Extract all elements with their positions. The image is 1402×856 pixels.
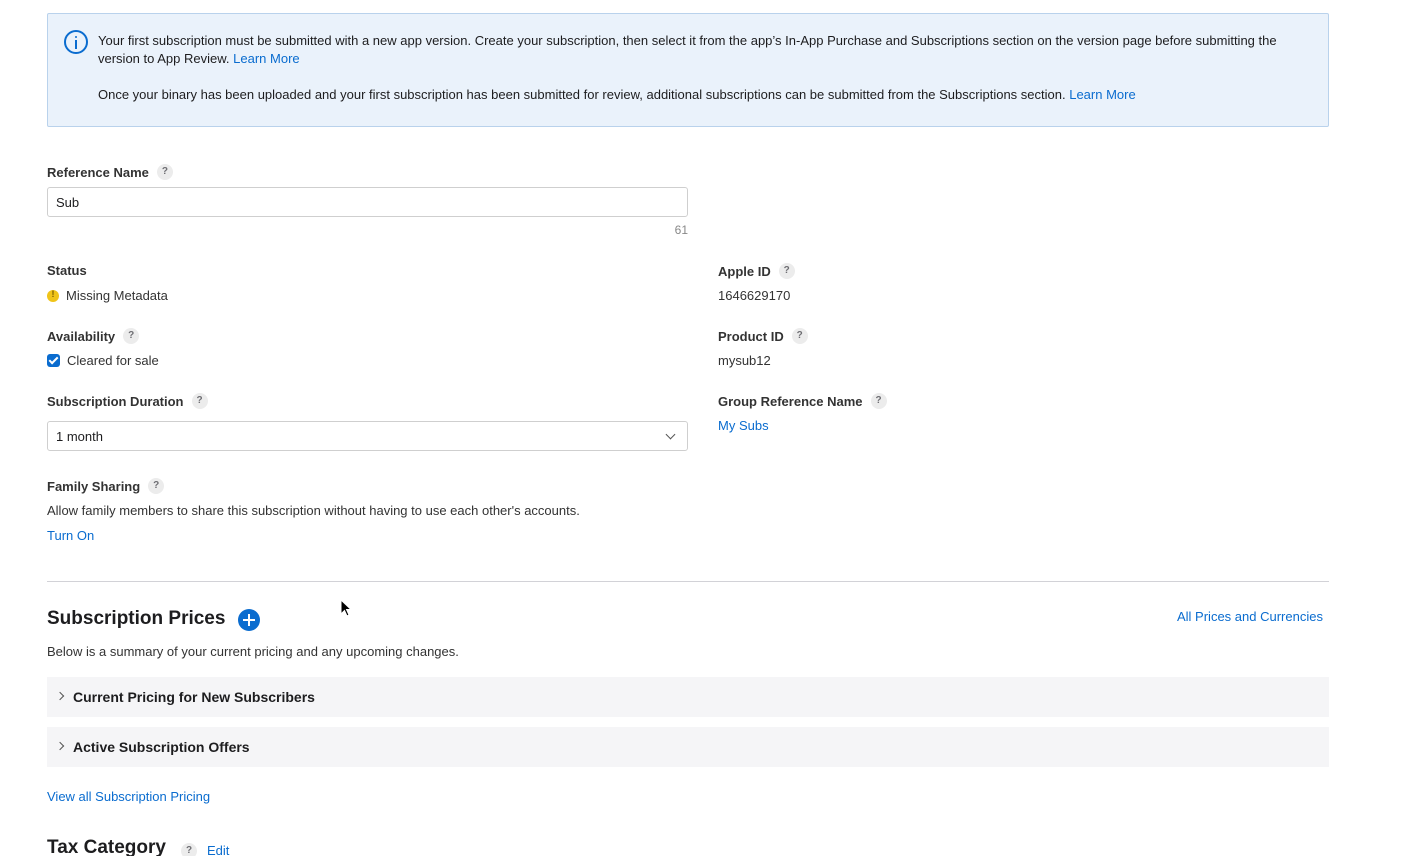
group-reference-name-label: Group Reference Name ? [718, 393, 887, 409]
active-offers-accordion[interactable]: Active Subscription Offers [47, 727, 1329, 767]
subscription-prices-title: Subscription Prices [47, 608, 226, 629]
subscription-duration-value: 1 month [56, 428, 103, 444]
availability-label: Availability ? [47, 328, 140, 344]
family-sharing-description: Allow family members to share this subsc… [47, 503, 580, 518]
help-icon[interactable]: ? [156, 164, 173, 180]
info-paragraph-1: Your first subscription must be submitte… [98, 32, 1298, 68]
group-reference-name-label-text: Group Reference Name [718, 393, 863, 409]
learn-more-link-2[interactable]: Learn More [1069, 87, 1135, 102]
status-value: Missing Metadata [66, 288, 168, 303]
group-reference-name-link[interactable]: My Subs [718, 418, 769, 433]
reference-name-label-text: Reference Name [47, 164, 149, 180]
reference-name-input[interactable] [47, 187, 688, 217]
status-label-text: Status [47, 263, 87, 278]
character-counter: 61 [674, 223, 688, 237]
subscription-duration-label-text: Subscription Duration [47, 393, 184, 409]
add-price-button[interactable] [238, 609, 260, 631]
warning-status-icon [47, 289, 59, 302]
subscription-duration-label: Subscription Duration ? [47, 393, 208, 409]
accordion-label: Current Pricing for New Subscribers [73, 689, 315, 705]
help-icon[interactable]: ? [148, 478, 165, 494]
cleared-for-sale-checkbox[interactable] [47, 354, 60, 367]
edit-tax-category-link[interactable]: Edit [207, 843, 229, 856]
help-icon[interactable]: ? [778, 263, 795, 279]
help-icon[interactable]: ? [123, 328, 140, 344]
apple-id-label-text: Apple ID [718, 263, 771, 279]
family-sharing-label: Family Sharing ? [47, 478, 165, 494]
chevron-down-icon [665, 429, 676, 440]
help-icon[interactable]: ? [181, 843, 197, 856]
chevron-right-icon [55, 741, 65, 751]
help-icon[interactable]: ? [791, 328, 808, 344]
chevron-right-icon [55, 691, 65, 701]
info-paragraph-2: Once your binary has been uploaded and y… [98, 86, 1318, 104]
subscription-prices-description: Below is a summary of your current prici… [47, 644, 459, 659]
all-prices-and-currencies-link[interactable]: All Prices and Currencies [1177, 609, 1323, 624]
family-sharing-label-text: Family Sharing [47, 478, 141, 494]
cleared-for-sale-label[interactable]: Cleared for sale [67, 353, 159, 368]
reference-name-label: Reference Name ? [47, 164, 173, 180]
info-icon [64, 30, 88, 54]
learn-more-link-1[interactable]: Learn More [233, 51, 299, 66]
section-divider [47, 581, 1329, 582]
help-icon[interactable]: ? [191, 393, 208, 409]
subscription-duration-select[interactable]: 1 month [47, 421, 688, 451]
product-id-value: mysub12 [718, 353, 771, 368]
product-id-label-text: Product ID [718, 328, 784, 344]
availability-label-text: Availability [47, 328, 116, 344]
turn-on-family-sharing-link[interactable]: Turn On [47, 528, 94, 543]
view-all-subscription-pricing-link[interactable]: View all Subscription Pricing [47, 789, 210, 804]
mouse-cursor-icon [340, 599, 352, 617]
apple-id-value: 1646629170 [718, 288, 791, 303]
current-pricing-accordion[interactable]: Current Pricing for New Subscribers [47, 677, 1329, 717]
help-icon[interactable]: ? [870, 393, 887, 409]
product-id-label: Product ID ? [718, 328, 808, 344]
tax-category-title-text: Tax Category [47, 837, 166, 856]
accordion-label: Active Subscription Offers [73, 739, 250, 755]
info-text-2: Once your binary has been uploaded and y… [98, 87, 1066, 102]
apple-id-label: Apple ID ? [718, 263, 795, 279]
info-banner: Your first subscription must be submitte… [47, 13, 1329, 127]
status-label: Status [47, 263, 87, 278]
tax-category-title: Tax Category [47, 837, 166, 856]
